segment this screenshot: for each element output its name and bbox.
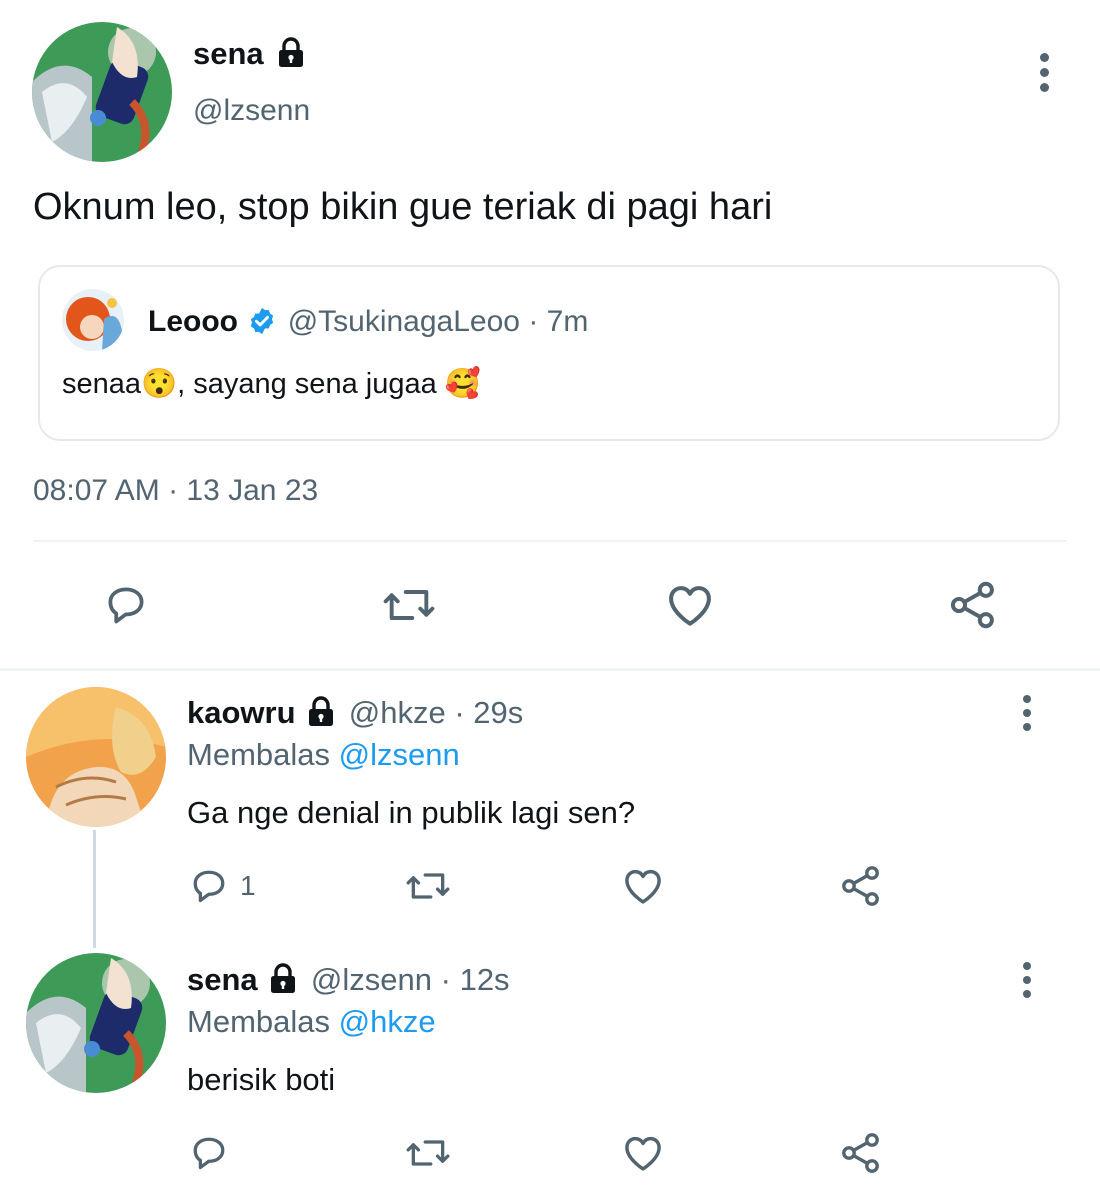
share-icon [842, 866, 879, 906]
like-button[interactable] [620, 1129, 666, 1177]
reply-button[interactable] [187, 1131, 231, 1175]
replying-to-prefix: Membalas [187, 737, 330, 772]
quoted-text: senaa😯, sayang sena jugaa 🥰 [62, 367, 481, 401]
lock-icon [271, 963, 296, 993]
quoted-author-avatar [62, 289, 124, 351]
reply-age: · 12s [440, 962, 510, 997]
share-button[interactable] [944, 577, 1002, 633]
reply-text: Ga nge denial in publik lagi sen? [187, 795, 636, 830]
smiling-hearts-emoji: 🥰 [444, 368, 481, 400]
share-icon [950, 581, 994, 629]
quoted-text-part1: senaa [62, 368, 142, 400]
reply-author-avatar[interactable] [26, 953, 166, 1093]
more-icon[interactable] [1020, 962, 1034, 998]
reply-handle[interactable]: @hkze [349, 695, 446, 730]
heart-icon [625, 869, 661, 904]
heart-icon [625, 1136, 661, 1171]
replying-to-handle[interactable]: @lzsenn [339, 737, 460, 772]
more-icon[interactable] [1020, 695, 1034, 731]
replying-to: Membalas @hkze [187, 1004, 436, 1040]
retweet-button[interactable] [403, 1131, 453, 1175]
replying-to: Membalas @lzsenn [187, 737, 460, 773]
author-handle[interactable]: @lzsenn [193, 94, 310, 128]
quoted-text-part2: , sayang sena jugaa [177, 368, 445, 400]
quoted-display-name[interactable]: Leooo [148, 305, 238, 338]
share-button[interactable] [837, 862, 885, 910]
author-display-name-text: sena [193, 36, 264, 71]
quoted-tweet[interactable]: Leooo @TsukinagaLeoo · 7m senaa😯, sayang… [38, 265, 1060, 441]
thread-connector [93, 830, 96, 948]
quoted-age: · 7m [528, 305, 589, 338]
author-display-name[interactable]: sena [193, 36, 306, 72]
divider [33, 540, 1067, 542]
reply-icon [193, 870, 225, 903]
reply-age: · 29s [454, 695, 524, 730]
like-button[interactable] [662, 577, 718, 633]
quoted-header: Leooo @TsukinagaLeoo · 7m [148, 305, 588, 339]
reply-header: kaowru @hkze · 29s [187, 695, 523, 731]
reply-text: berisik boti [187, 1062, 336, 1097]
replying-to-handle[interactable]: @hkze [339, 1004, 436, 1039]
lock-icon [309, 696, 334, 726]
heart-icon [669, 586, 711, 626]
quoted-handle[interactable]: @TsukinagaLeoo [288, 305, 520, 338]
author-avatar[interactable] [32, 22, 172, 162]
reply-display-name[interactable]: sena [187, 962, 258, 997]
retweet-icon [383, 590, 435, 620]
reply-button[interactable] [187, 864, 231, 908]
tweet-timestamp[interactable]: 08:07 AM · 13 Jan 23 [33, 474, 318, 508]
reply-display-name[interactable]: kaowru [187, 695, 296, 730]
section-divider [0, 668, 1100, 671]
reply-icon [193, 1137, 225, 1170]
reply-header: sena @lzsenn · 12s [187, 962, 510, 998]
retweet-icon [406, 1140, 450, 1166]
share-icon [842, 1133, 879, 1173]
reply-count: 1 [240, 870, 256, 901]
replying-to-prefix: Membalas [187, 1004, 330, 1039]
like-button[interactable] [620, 862, 666, 910]
lock-icon [279, 37, 304, 67]
reply-button[interactable] [100, 579, 152, 631]
retweet-icon [406, 873, 450, 899]
retweet-button[interactable] [380, 579, 438, 631]
retweet-button[interactable] [403, 864, 453, 908]
reply-handle[interactable]: @lzsenn [311, 962, 432, 997]
reply-icon [108, 587, 144, 624]
reply-author-avatar[interactable] [26, 687, 166, 827]
more-icon[interactable] [1036, 53, 1052, 92]
share-button[interactable] [837, 1129, 885, 1177]
surprised-emoji: 😯 [141, 368, 178, 400]
verified-badge-icon [251, 307, 274, 335]
tweet-text: Oknum leo, stop bikin gue teriak di pagi… [33, 186, 773, 228]
